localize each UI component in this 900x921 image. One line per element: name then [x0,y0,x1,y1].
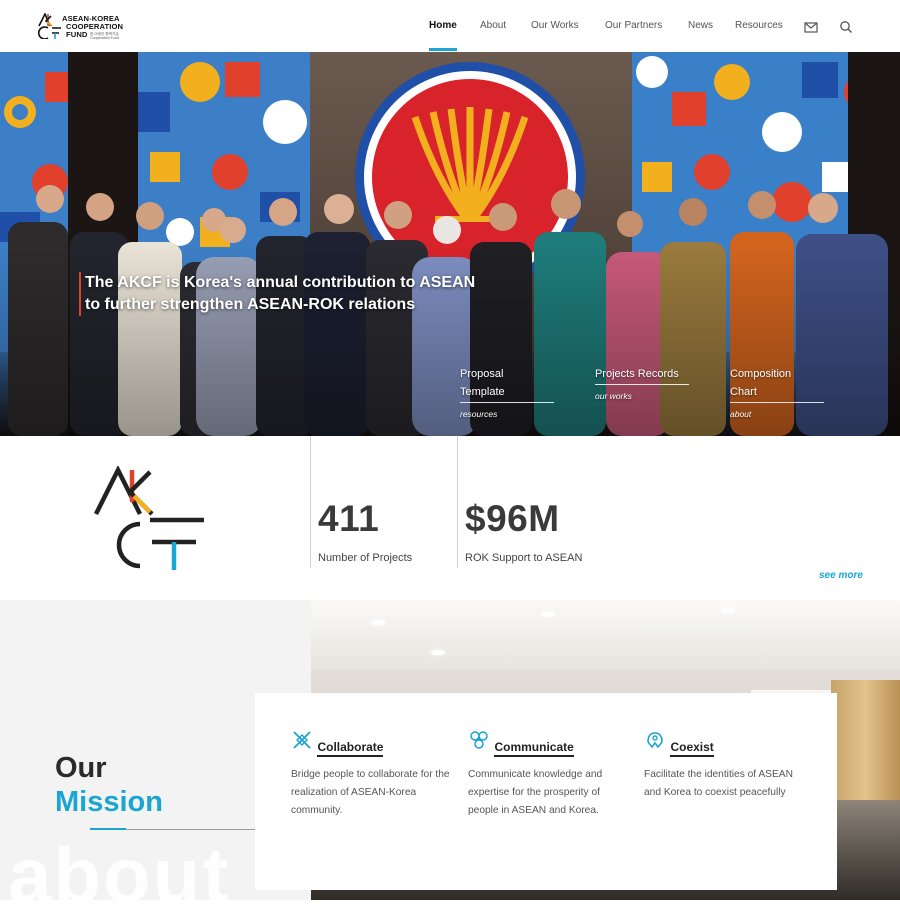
logo-subtitle: 한-아세안 협력기금 Cooperation Fund [90,32,119,40]
quick-link-proposal-template[interactable]: Proposal Template resources [460,365,554,419]
stats-divider [457,436,458,568]
pillar-title: Coexist [670,740,714,757]
pillar-description: Facilitate the identities of ASEAN and K… [644,769,793,798]
coexist-icon [647,732,663,749]
quick-link-label: Proposal Template [460,365,554,403]
pillar-description: Bridge people to collaborate for the rea… [291,769,450,816]
nav-about[interactable]: About [480,20,506,31]
stat-support-value: $96M [465,498,560,539]
photo-ceiling-light [541,612,555,617]
hero-tagline-line-1: The AKCF is Korea's annual contribution … [85,274,476,291]
photo-ceiling-light [431,650,445,655]
pillar-description: Communicate knowledge and expertise for … [468,769,603,816]
nav-our-partners[interactable]: Our Partners [605,20,662,31]
nav-home[interactable]: Home [429,20,457,31]
photo-ceiling-light [721,608,735,613]
search-icon[interactable] [839,20,853,34]
quick-link-label-line-1: Composition [730,368,792,380]
nav-active-indicator [429,48,457,51]
pillar-title: Communicate [494,740,574,757]
akcf-large-logo [93,466,204,570]
pillar-communicate: Communicate Communicate knowledge and ex… [468,729,628,820]
hero-tagline-line-2: to further strengthen ASEAN-ROK relation… [85,296,416,313]
stat-support-label: ROK Support to ASEAN [465,552,583,564]
mission-title-mission: Mission [55,786,163,818]
mission-title-our: Our [55,752,107,784]
mission-card: Collaborate Bridge people to collaborate… [255,693,837,890]
nav-news[interactable]: News [688,20,713,31]
hero-banner: The AKCF is Korea's annual contribution … [0,52,900,436]
stats-divider [310,436,311,568]
hero-tagline: The AKCF is Korea's annual contribution … [79,272,475,316]
akcf-logo-mark [38,13,61,39]
mission-ghost-text: about [8,831,231,919]
quick-link-label-line-2: Template [460,386,505,398]
quick-link-category: resources [460,409,498,419]
pillar-collaborate: Collaborate Bridge people to collaborate… [291,729,451,820]
communicate-icon [470,731,488,749]
akcf-logo[interactable]: ASEAN-KOREA COOPERATION FUND 한-아세안 협력기금 … [38,13,138,43]
site-header: ASEAN-KOREA COOPERATION FUND 한-아세안 협력기금 … [0,0,900,52]
photo-ceiling [311,600,900,670]
mail-icon[interactable] [804,20,818,34]
quick-link-composition-chart[interactable]: Composition Chart about [730,365,824,419]
collaborate-icon [293,731,311,749]
pillar-coexist: Coexist Facilitate the identities of ASE… [644,729,804,802]
quick-link-category: about [730,409,752,419]
stat-projects-label: Number of Projects [318,552,413,564]
quick-link-label: Composition Chart [730,365,824,403]
nav-resources[interactable]: Resources [735,20,783,31]
photo-curtain [831,680,900,800]
stat-projects-value: 411 [318,498,380,539]
mission-rule-accent [90,828,126,830]
nav-our-works[interactable]: Our Works [531,20,579,31]
quick-link-label-line-1: Projects Records [595,368,679,380]
quick-link-label: Projects Records [595,365,689,385]
quick-link-category: our works [595,391,632,401]
quick-link-label-line-2: Chart [730,386,757,398]
quick-link-projects-records[interactable]: Projects Records our works [595,365,689,401]
pillar-title: Collaborate [317,740,384,757]
photo-ceiling-light [371,620,385,625]
quick-link-label-line-1: Proposal [460,368,504,380]
see-more-link[interactable]: see more [819,570,863,581]
stats-section: 411 Number of Projects $96M ROK Support … [0,436,900,600]
